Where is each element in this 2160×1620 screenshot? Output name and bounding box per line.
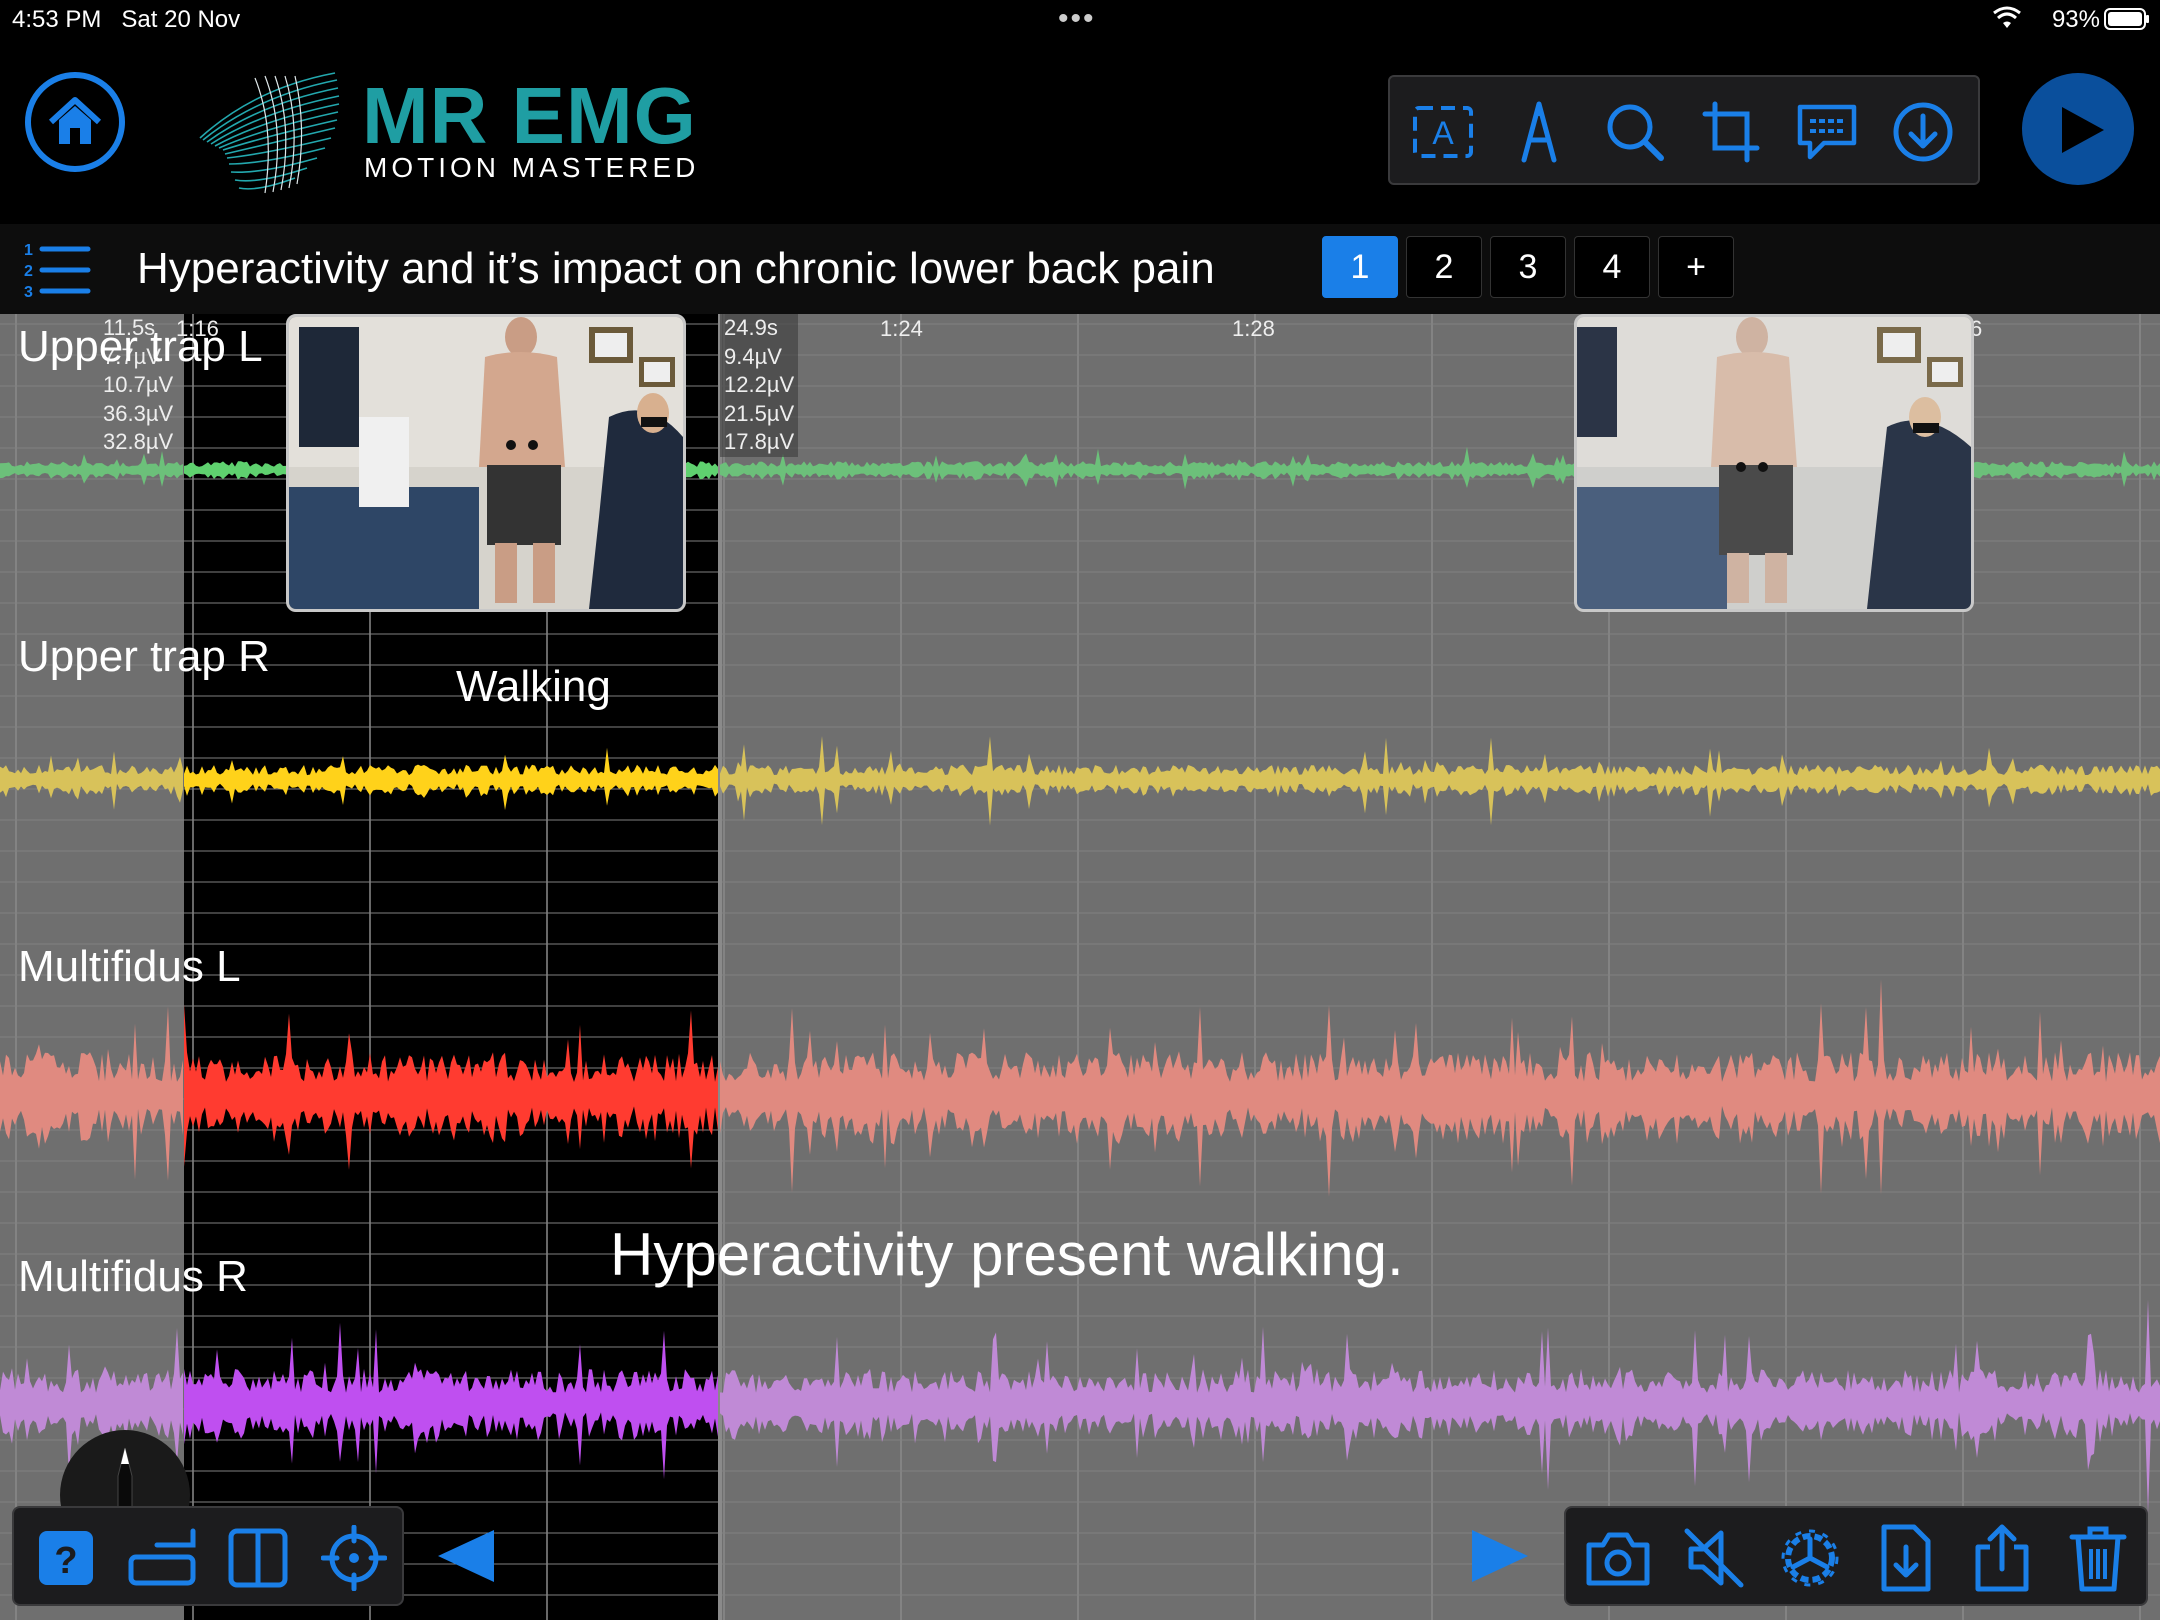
target-button[interactable] (316, 1520, 392, 1596)
settings-button[interactable] (1772, 1520, 1848, 1596)
multitask-dots[interactable]: ••• (1058, 2, 1096, 36)
readout-value: 32.8µV (103, 429, 174, 454)
help-button[interactable]: ? (28, 1520, 104, 1596)
video-thumbnail[interactable] (286, 314, 686, 612)
split-view-button[interactable] (220, 1520, 296, 1596)
download-icon (1893, 102, 1953, 162)
page-tab-1[interactable]: 1 (1322, 236, 1398, 298)
channel-label: Multifidus R (18, 1252, 248, 1301)
speaker-muted-icon (1684, 1528, 1744, 1588)
svg-text:?: ? (54, 1540, 77, 1582)
crop-tool[interactable] (1696, 97, 1766, 167)
wifi-icon (1992, 6, 2022, 35)
split-view-icon (228, 1528, 288, 1588)
segment-label[interactable]: Walking (456, 662, 611, 712)
channel-label: Multifidus L (18, 942, 241, 991)
help-icon: ? (39, 1531, 93, 1585)
next-marker-button[interactable] (1464, 1526, 1534, 1586)
home-button[interactable] (25, 72, 125, 172)
play-button[interactable] (2022, 73, 2134, 185)
add-page-button[interactable]: + (1658, 236, 1734, 298)
play-icon (2062, 107, 2104, 153)
selection-end-readout: 24.9s 9.4µV 12.2µV 21.5µV 17.8µV (720, 314, 799, 457)
comment-icon (1797, 104, 1857, 160)
readout-value: 10.7µV (103, 372, 174, 397)
trash-icon (2069, 1526, 2127, 1592)
app-header: MR EMG MOTION MASTERED A (0, 40, 2160, 224)
delete-button[interactable] (2060, 1520, 2136, 1596)
channel-label: Upper trap L (18, 322, 263, 371)
brand-logo-icon (199, 72, 340, 194)
text-box-tool[interactable]: A (1408, 97, 1478, 167)
page-tab-4[interactable]: 4 (1574, 236, 1650, 298)
time-tick: 1:24 (880, 316, 923, 341)
download-tool[interactable] (1888, 97, 1958, 167)
crop-icon (1702, 101, 1760, 163)
status-bar: 4:53 PM Sat 20 Nov ••• 93% (0, 0, 2160, 40)
report-bar: 1 2 3 Hyperactivity and it’s impact on c… (0, 224, 2160, 314)
battery-percent: 93% (2051, 6, 2100, 33)
stack-tracks-icon (128, 1528, 196, 1586)
readout-value: 17.8µV (724, 429, 795, 454)
annotation-note[interactable]: Hyperactivity present walking. (610, 1220, 1404, 1289)
previous-marker-button[interactable] (432, 1526, 502, 1586)
emg-chart[interactable]: 1:16 1:24 1:28 6 11.5s 7.7µV 10.7µV 36.3… (0, 314, 2160, 1620)
status-time: 4:53 PM Sat 20 Nov (12, 6, 241, 33)
video-frame-image (1577, 317, 1971, 609)
svg-text:3: 3 (24, 284, 33, 301)
import-file-button[interactable] (1868, 1520, 1944, 1596)
triangle-left-icon (438, 1530, 494, 1582)
right-bottom-toolbar (1564, 1506, 2148, 1606)
share-icon (1975, 1524, 2029, 1592)
gear-icon (1781, 1529, 1839, 1587)
svg-text:1: 1 (24, 242, 33, 259)
search-tool[interactable] (1600, 97, 1670, 167)
camera-icon (1586, 1532, 1650, 1586)
annotation-toolbar: A (1388, 75, 1980, 185)
selection-end-marker[interactable] (718, 314, 722, 1620)
battery-icon (2104, 8, 2150, 35)
share-button[interactable] (1964, 1520, 2040, 1596)
readout-time: 24.9s (724, 315, 778, 340)
left-bottom-toolbar: ? (12, 1506, 404, 1606)
comment-tool[interactable] (1792, 97, 1862, 167)
svg-text:A: A (1432, 115, 1454, 151)
stack-tracks-button[interactable] (124, 1520, 200, 1596)
svg-text:2: 2 (24, 263, 33, 280)
brand-tagline: MOTION MASTERED (364, 152, 700, 183)
readout-value: 12.2µV (724, 372, 795, 397)
readout-value: 21.5µV (724, 400, 795, 426)
video-frame-image (289, 317, 683, 609)
report-title[interactable]: Hyperactivity and it’s impact on chronic… (137, 244, 1215, 294)
channel-label: Upper trap R (18, 632, 270, 681)
search-icon (1607, 104, 1664, 161)
brand-name: MR EMG (362, 71, 697, 160)
mute-button[interactable] (1676, 1520, 1752, 1596)
video-thumbnail[interactable] (1574, 314, 1974, 612)
text-box-icon: A (1413, 106, 1473, 158)
triangle-right-icon (1472, 1530, 1528, 1582)
camera-button[interactable] (1580, 1520, 1656, 1596)
file-download-icon (1881, 1524, 1931, 1592)
crosshair-icon (321, 1525, 387, 1591)
home-icon (48, 97, 102, 144)
pen-tool[interactable] (1504, 97, 1574, 167)
readout-value: 36.3µV (103, 400, 174, 426)
time-tick: 1:28 (1232, 316, 1275, 341)
page-tab-3[interactable]: 3 (1490, 236, 1566, 298)
numbered-list-icon[interactable]: 1 2 3 (22, 239, 92, 301)
readout-value: 9.4µV (724, 343, 782, 369)
pen-tool-icon (1521, 101, 1557, 163)
page-tab-2[interactable]: 2 (1406, 236, 1482, 298)
